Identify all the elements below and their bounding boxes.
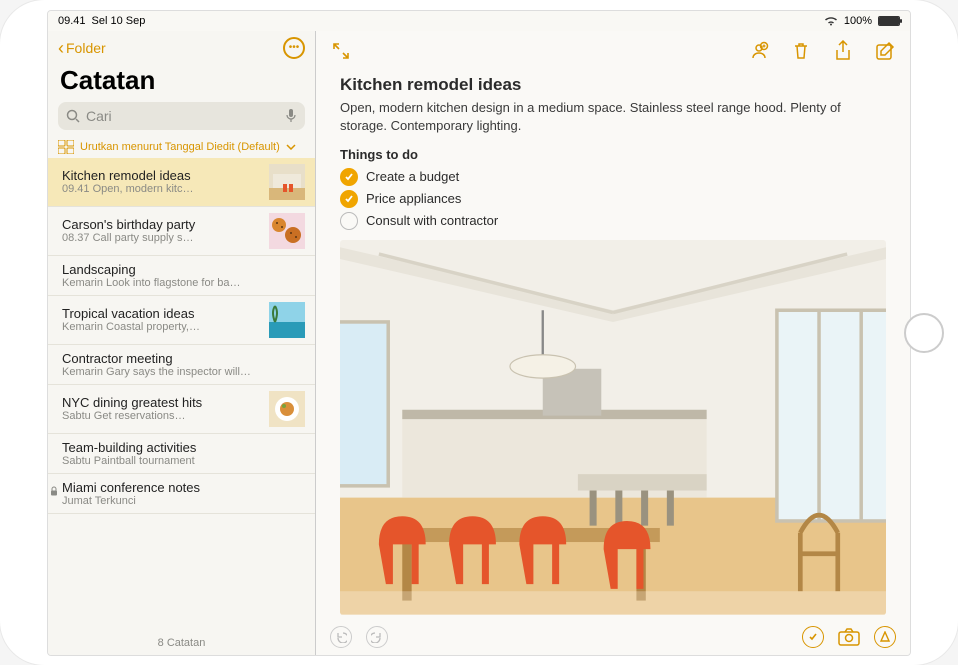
note-row[interactable]: LandscapingKemarin Look into flagstone f… xyxy=(48,256,315,296)
sort-button[interactable]: Urutkan menurut Tanggal Diedit (Default) xyxy=(48,136,315,158)
checklist-item-label: Price appliances xyxy=(366,191,461,206)
sort-label: Urutkan menurut Tanggal Diedit (Default) xyxy=(80,141,280,153)
detail-toolbar xyxy=(316,31,910,71)
note-row[interactable]: Kitchen remodel ideas09.41 Open, modern … xyxy=(48,158,315,207)
note-row[interactable]: Carson's birthday party08.37 Call party … xyxy=(48,207,315,256)
markup-button[interactable] xyxy=(874,626,896,648)
chevron-left-icon: ‹ xyxy=(58,39,64,57)
wifi-icon xyxy=(824,16,838,26)
share-button[interactable] xyxy=(832,40,854,62)
note-row-title: Contractor meeting xyxy=(62,351,305,366)
trash-button[interactable] xyxy=(790,40,812,62)
note-body: Open, modern kitchen design in a medium … xyxy=(340,99,886,135)
detail-bottom-toolbar xyxy=(316,619,910,655)
note-row-title: NYC dining greatest hits xyxy=(62,395,261,410)
battery-icon xyxy=(878,16,900,26)
checklist-heading: Things to do xyxy=(340,147,886,162)
note-row[interactable]: Team-building activitiesSabtu Paintball … xyxy=(48,434,315,474)
app-body: ‹ Folder ••• Catatan Cari Urutkan menuru… xyxy=(48,31,910,655)
status-bar: 09.41 Sel 10 Sep 100% xyxy=(48,11,910,31)
note-row[interactable]: NYC dining greatest hitsSabtu Get reserv… xyxy=(48,385,315,434)
note-row-title: Kitchen remodel ideas xyxy=(62,168,261,183)
sidebar-title: Catatan xyxy=(48,61,315,102)
undo-button[interactable] xyxy=(330,626,352,648)
gallery-view-icon xyxy=(58,140,74,154)
back-label: Folder xyxy=(66,40,106,56)
note-list: Kitchen remodel ideas09.41 Open, modern … xyxy=(48,158,315,627)
redo-button[interactable] xyxy=(366,626,388,648)
sidebar: ‹ Folder ••• Catatan Cari Urutkan menuru… xyxy=(48,31,316,655)
checklist: Create a budget Price appliances Consult w… xyxy=(340,166,886,232)
checklist-item[interactable]: Consult with contractor xyxy=(340,210,886,232)
note-detail: Kitchen remodel ideas Open, modern kitch… xyxy=(316,31,910,655)
note-row-title: Team-building activities xyxy=(62,440,305,455)
checklist-item[interactable]: Price appliances xyxy=(340,188,886,210)
checklist-button[interactable] xyxy=(802,626,824,648)
note-row-thumbnail xyxy=(269,302,305,338)
ellipsis-icon: ••• xyxy=(289,42,300,53)
detail-content[interactable]: Kitchen remodel ideas Open, modern kitch… xyxy=(316,71,910,619)
note-row-meta: Sabtu Paintball tournament xyxy=(62,455,305,467)
search-input[interactable]: Cari xyxy=(58,102,305,130)
note-row-meta: 09.41 Open, modern kitc… xyxy=(62,183,261,195)
back-folder-button[interactable]: ‹ Folder xyxy=(58,39,106,57)
battery-pct: 100% xyxy=(844,15,872,27)
screen: 09.41 Sel 10 Sep 100% ‹ Folder ••• xyxy=(47,10,911,656)
note-row-meta: Kemarin Gary says the inspector will… xyxy=(62,366,305,378)
note-row[interactable]: Tropical vacation ideasKemarin Coastal p… xyxy=(48,296,315,345)
camera-button[interactable] xyxy=(838,626,860,648)
note-row-thumbnail xyxy=(269,164,305,200)
note-row-thumbnail xyxy=(269,391,305,427)
lock-icon xyxy=(50,487,58,500)
attached-image[interactable] xyxy=(340,240,886,615)
status-time: 09.41 xyxy=(58,15,86,27)
note-title: Kitchen remodel ideas xyxy=(340,75,886,95)
home-button[interactable] xyxy=(904,313,944,353)
note-row-title: Landscaping xyxy=(62,262,305,277)
search-icon xyxy=(66,109,80,123)
checklist-item-label: Consult with contractor xyxy=(366,213,498,228)
mic-icon[interactable] xyxy=(285,108,297,124)
chevron-down-icon xyxy=(286,144,296,150)
note-row-title: Tropical vacation ideas xyxy=(62,306,261,321)
expand-arrows-icon[interactable] xyxy=(330,40,352,62)
note-row-meta: Kemarin Coastal property,… xyxy=(62,321,261,333)
note-row-thumbnail xyxy=(269,213,305,249)
note-row[interactable]: Contractor meetingKemarin Gary says the … xyxy=(48,345,315,385)
checkbox-checked-icon[interactable] xyxy=(340,190,358,208)
note-row-title: Miami conference notes xyxy=(62,480,305,495)
note-row-meta: Jumat Terkunci xyxy=(62,495,305,507)
sidebar-footer: 8 Catatan xyxy=(48,627,315,655)
ipad-device-frame: 09.41 Sel 10 Sep 100% ‹ Folder ••• xyxy=(0,0,958,665)
more-options-button[interactable]: ••• xyxy=(283,37,305,59)
collaborate-button[interactable] xyxy=(748,40,770,62)
search-placeholder: Cari xyxy=(86,108,112,124)
compose-button[interactable] xyxy=(874,40,896,62)
checkbox-unchecked-icon[interactable] xyxy=(340,212,358,230)
checklist-item[interactable]: Create a budget xyxy=(340,166,886,188)
note-row-meta: Kemarin Look into flagstone for ba… xyxy=(62,277,305,289)
note-row[interactable]: Miami conference notesJumat Terkunci xyxy=(48,474,315,514)
status-date: Sel 10 Sep xyxy=(92,15,146,27)
checkbox-checked-icon[interactable] xyxy=(340,168,358,186)
note-row-meta: 08.37 Call party supply s… xyxy=(62,232,261,244)
note-row-title: Carson's birthday party xyxy=(62,217,261,232)
checklist-item-label: Create a budget xyxy=(366,169,459,184)
note-row-meta: Sabtu Get reservations… xyxy=(62,410,261,422)
